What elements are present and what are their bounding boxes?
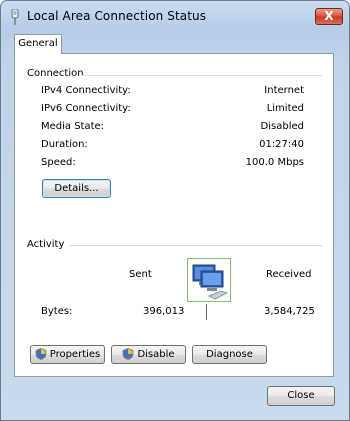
bytes-sent-value: 396,013 bbox=[143, 306, 185, 317]
activity-separator bbox=[206, 304, 207, 320]
uac-shield-icon bbox=[123, 348, 134, 360]
connection-heading: Connection bbox=[27, 68, 84, 79]
media-state-label: Media State: bbox=[41, 121, 105, 132]
close-icon: X bbox=[324, 9, 334, 23]
ipv4-value: Internet bbox=[264, 85, 304, 96]
uac-shield-icon bbox=[35, 348, 47, 360]
close-button[interactable]: Close bbox=[267, 386, 335, 406]
tab-general[interactable]: General bbox=[14, 34, 62, 54]
speed-label: Speed: bbox=[41, 157, 76, 168]
network-computers-icon bbox=[187, 258, 231, 302]
disable-label: Disable bbox=[137, 349, 175, 360]
details-button[interactable]: Details... bbox=[42, 179, 111, 198]
duration-value: 01:27:40 bbox=[259, 139, 304, 150]
diagnose-button[interactable]: Diagnose bbox=[192, 345, 267, 364]
status-dialog: Local Area Connection Status X General C… bbox=[0, 0, 350, 421]
properties-label: Properties bbox=[49, 349, 101, 360]
ipv4-label: IPv4 Connectivity: bbox=[41, 85, 131, 96]
activity-divider bbox=[70, 245, 322, 246]
general-panel: Connection IPv4 Connectivity: Internet I… bbox=[14, 53, 334, 377]
connection-divider bbox=[82, 75, 322, 76]
disable-button[interactable]: Disable bbox=[111, 345, 186, 364]
properties-button[interactable]: Properties bbox=[30, 345, 105, 364]
duration-label: Duration: bbox=[41, 139, 88, 150]
bytes-label: Bytes: bbox=[41, 306, 73, 317]
ipv6-value: Limited bbox=[266, 103, 304, 114]
tab-general-label: General bbox=[18, 38, 58, 49]
title-bar[interactable]: Local Area Connection Status X bbox=[1, 1, 349, 31]
media-state-value: Disabled bbox=[260, 121, 304, 132]
sent-label: Sent bbox=[129, 269, 152, 280]
speed-value: 100.0 Mbps bbox=[245, 157, 304, 168]
bytes-received-value: 3,584,725 bbox=[264, 306, 315, 317]
activity-heading: Activity bbox=[27, 239, 65, 250]
dialog-footer: Close bbox=[1, 377, 349, 420]
network-adapter-icon bbox=[11, 9, 19, 25]
window-title: Local Area Connection Status bbox=[27, 9, 207, 23]
ipv6-label: IPv6 Connectivity: bbox=[41, 103, 131, 114]
close-window-button[interactable]: X bbox=[315, 8, 343, 25]
received-label: Received bbox=[266, 269, 312, 280]
